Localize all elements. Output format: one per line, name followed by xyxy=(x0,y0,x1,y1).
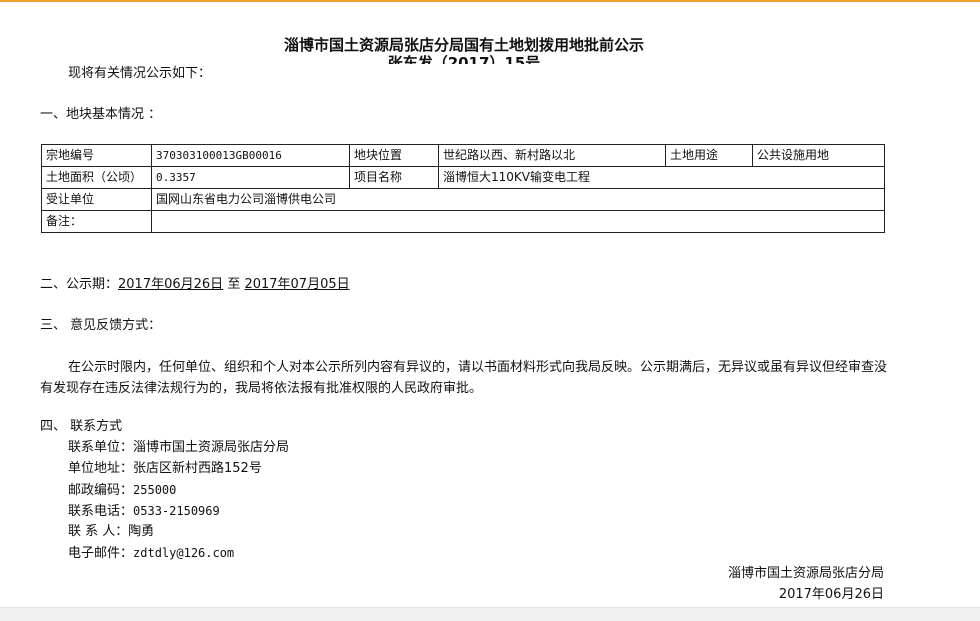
contact-unit-value: 淄博市国土资源局张店分局 xyxy=(133,440,290,455)
project-name-value: 淄博恒大110KV输变电工程 xyxy=(438,166,885,189)
contact-phone-value: 0533-2150969 xyxy=(133,504,220,518)
contact-address: 单位地址：张店区新村西路152号 xyxy=(68,460,262,478)
section-2-period: 二、公示期：2017年06月26日 至 2017年07月05日 xyxy=(40,276,350,294)
contact-unit-label: 联系单位： xyxy=(68,440,134,455)
remarks-label: 备注： xyxy=(41,210,152,233)
land-info-table: 宗地编号 370303100013GB00016 地块位置 世纪路以西、新村路以… xyxy=(41,144,885,233)
contact-zip-value: 255000 xyxy=(133,483,177,497)
section-3-heading: 三、 意见反馈方式： xyxy=(40,318,162,333)
top-accent-bar xyxy=(0,0,980,2)
period-end-date: 2017年07月05日 xyxy=(244,277,350,292)
section-1-heading: 一、地块基本情况 ： xyxy=(40,107,162,122)
contact-email: 电子邮件：zdtdly@126.com xyxy=(68,544,234,563)
contact-person: 联 系 人：陶勇 xyxy=(68,523,154,541)
bottom-scroll-area xyxy=(0,607,980,621)
contact-phone-label: 联系电话： xyxy=(68,504,134,519)
period-label: 二、公示期： xyxy=(40,277,119,292)
signature-date: 2017年06月26日 xyxy=(778,587,884,602)
contact-phone: 联系电话：0533-2150969 xyxy=(68,502,220,521)
project-name-label: 项目名称 xyxy=(349,166,439,189)
table-row: 宗地编号 370303100013GB00016 地块位置 世纪路以西、新村路以… xyxy=(41,144,885,167)
location-label: 地块位置 xyxy=(349,144,439,167)
period-separator: 至 xyxy=(223,277,245,292)
signature-org: 淄博市国土资源局张店分局 xyxy=(727,566,884,581)
land-use-label: 土地用途 xyxy=(665,144,753,167)
contact-address-label: 单位地址： xyxy=(68,461,134,476)
grantee-value: 国网山东省电力公司淄博供电公司 xyxy=(151,188,885,211)
contact-email-link[interactable]: zdtdly@126.com xyxy=(133,546,234,560)
contact-email-label: 电子邮件： xyxy=(68,546,134,561)
area-value: 0.3357 xyxy=(151,166,350,189)
contact-person-value: 陶勇 xyxy=(128,524,155,539)
table-row: 受让单位 国网山东省电力公司淄博供电公司 xyxy=(41,188,885,211)
period-start-date: 2017年06月26日 xyxy=(118,277,224,292)
grantee-label: 受让单位 xyxy=(41,188,152,211)
parcel-code-label: 宗地编号 xyxy=(41,144,152,167)
contact-address-value: 张店区新村西路152号 xyxy=(133,461,262,476)
contact-zip-label: 邮政编码： xyxy=(68,483,134,498)
location-value: 世纪路以西、新村路以北 xyxy=(438,144,666,167)
contact-unit: 联系单位：淄博市国土资源局张店分局 xyxy=(68,439,289,457)
doc-number: 张东发（2017）15号 xyxy=(387,54,541,64)
intro-text: 现将有关情况公示如下： xyxy=(68,66,212,81)
table-row: 备注： xyxy=(41,210,885,233)
contact-zip: 邮政编码：255000 xyxy=(68,481,176,500)
feedback-paragraph: 在公示时限内，任何单位、组织和个人对本公示所列内容有异议的，请以书面材料形式向我… xyxy=(40,360,888,396)
area-label: 土地面积（公顷） xyxy=(41,166,152,189)
remarks-value xyxy=(151,210,885,233)
section-4-heading: 四、 联系方式 xyxy=(40,419,123,434)
parcel-code-value: 370303100013GB00016 xyxy=(151,144,350,167)
page-title: 淄博市国土资源局张店分局国有土地划拨用地批前公示 xyxy=(283,36,644,54)
table-row: 土地面积（公顷） 0.3357 项目名称 淄博恒大110KV输变电工程 xyxy=(41,166,885,189)
contact-person-label: 联 系 人： xyxy=(68,524,129,539)
land-use-value: 公共设施用地 xyxy=(752,144,885,167)
